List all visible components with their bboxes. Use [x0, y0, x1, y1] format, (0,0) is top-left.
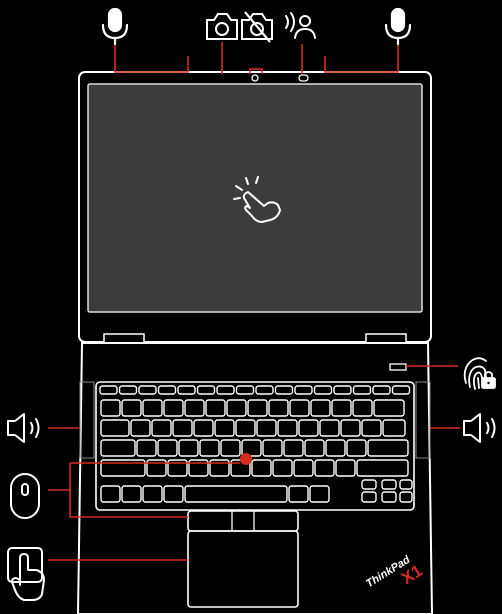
touchpad-touch-icon: [7, 547, 45, 601]
display-lid: [78, 71, 432, 355]
speaker-icon: [7, 413, 40, 443]
microphone-icon: [384, 7, 412, 46]
trackpoint: [240, 453, 252, 465]
camera-off-icon: [241, 11, 273, 43]
microphone-icon: [101, 7, 129, 46]
presence-sensor-icon: [285, 12, 316, 39]
trackpoint-mouse-icon: [10, 473, 40, 519]
laptop-features-diagram: [7, 7, 496, 614]
camera-icon: [206, 13, 238, 40]
speaker-icon: [463, 413, 496, 443]
fingerprint-lock-icon: [463, 357, 496, 390]
